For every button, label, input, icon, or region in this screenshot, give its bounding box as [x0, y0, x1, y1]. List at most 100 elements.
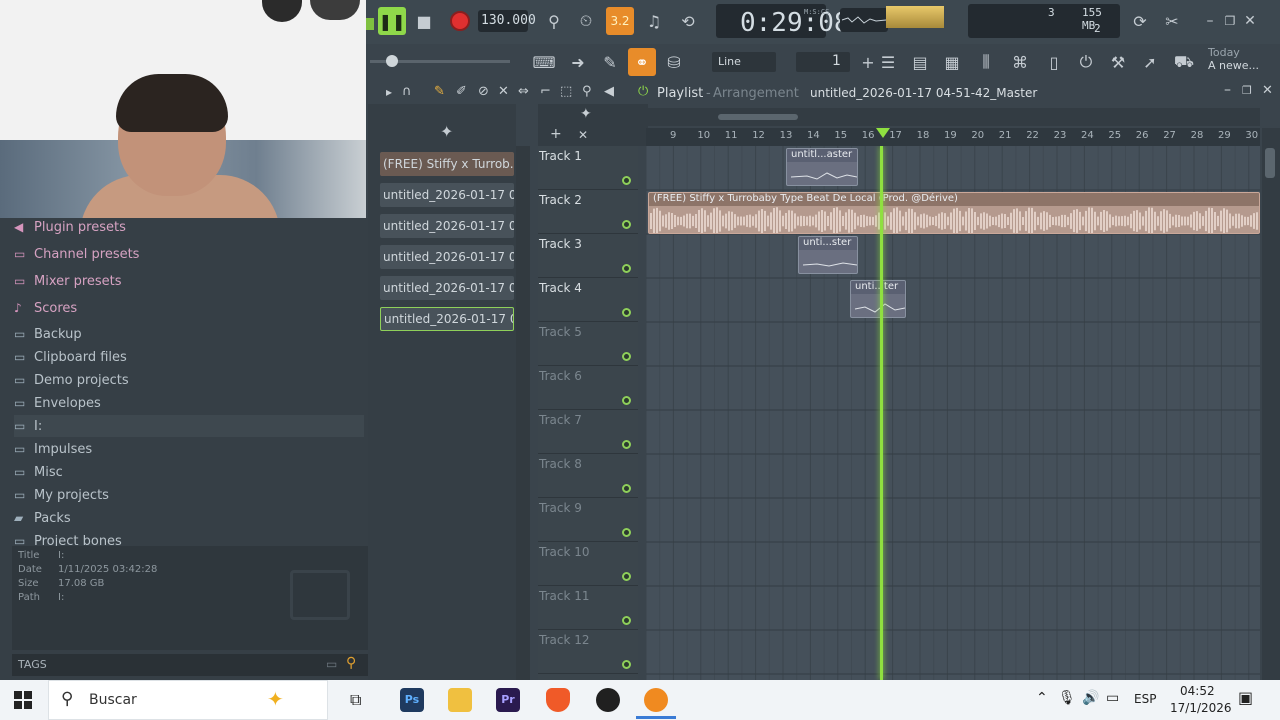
track-header[interactable]: Track 1: [538, 146, 638, 190]
master-volume-slider[interactable]: [370, 55, 510, 67]
magnet-icon[interactable]: ∩: [402, 84, 412, 99]
record-button[interactable]: [446, 7, 474, 35]
mute-tool-icon[interactable]: ✕: [498, 84, 509, 99]
taskbar-search-box[interactable]: ⚲ Buscar ✦: [48, 680, 328, 720]
pattern-clip[interactable]: unti...ter: [850, 280, 906, 318]
chevron-up-icon[interactable]: ⌃: [1036, 690, 1048, 706]
browser-icon[interactable]: ⌘: [1006, 48, 1034, 76]
shop-icon[interactable]: ⛟: [1170, 48, 1198, 76]
reset-icon[interactable]: ⟳: [1126, 7, 1154, 35]
browser-item[interactable]: ▭ Impulses: [14, 438, 364, 460]
slice-tool-icon[interactable]: ⌐: [540, 84, 551, 99]
browser-item[interactable]: ♪ Scores: [14, 297, 364, 319]
link-icon[interactable]: ⚭: [628, 48, 656, 76]
add-track-icon[interactable]: +: [550, 126, 562, 142]
track-enable-led[interactable]: [622, 396, 631, 405]
snap-mode-select[interactable]: Line: [712, 52, 776, 72]
fl-studio-icon[interactable]: [644, 688, 668, 712]
track-header[interactable]: Track 6: [538, 366, 638, 410]
browser-item[interactable]: ▭ Clipboard files: [14, 346, 364, 368]
audio-icon[interactable]: ✦: [580, 106, 592, 122]
piano-roll-icon[interactable]: ▤: [906, 48, 934, 76]
microphone-icon[interactable]: 🎙: [1058, 690, 1076, 706]
horizontal-scrollbar[interactable]: [646, 108, 1260, 126]
remove-icon[interactable]: ✕: [578, 128, 588, 142]
track-header[interactable]: Track 9: [538, 498, 638, 542]
metronome-icon[interactable]: ⚲: [540, 7, 568, 35]
browser-item[interactable]: ▭ Misc: [14, 461, 364, 483]
paint-tool-icon[interactable]: ✐: [456, 84, 467, 99]
countdown-button[interactable]: 3.2: [606, 7, 634, 35]
close-icon[interactable]: ✕: [1262, 83, 1273, 98]
track-enable-led[interactable]: [622, 308, 631, 317]
typing-keyboard-icon[interactable]: ⌨: [530, 48, 558, 76]
notifications-icon[interactable]: ▣: [1238, 688, 1253, 707]
loop-record-icon[interactable]: ⟲: [674, 7, 702, 35]
track-header[interactable]: Track 12: [538, 630, 638, 674]
step-edit-icon[interactable]: ♫: [640, 7, 668, 35]
song-pattern-indicator[interactable]: [366, 18, 374, 30]
network-icon[interactable]: ▭: [1106, 690, 1119, 706]
track-enable-led[interactable]: [622, 440, 631, 449]
track-header[interactable]: Track 2: [538, 190, 638, 234]
track-enable-led[interactable]: [622, 616, 631, 625]
track-enable-led[interactable]: [622, 220, 631, 229]
stop-button[interactable]: ■: [410, 7, 438, 35]
arrow-right-icon[interactable]: ➜: [564, 48, 592, 76]
delete-tool-icon[interactable]: ⊘: [478, 84, 489, 99]
vertical-scrollbar[interactable]: [1262, 128, 1280, 680]
playlist-project-name[interactable]: untitled_2026-01-17 04-51-42_Master: [810, 86, 1037, 100]
picker-scrollbar[interactable]: [516, 146, 530, 680]
track-enable-led[interactable]: [622, 660, 631, 669]
playhead[interactable]: [880, 146, 883, 680]
browser-item[interactable]: ▭ Channel presets: [14, 243, 364, 265]
time-display[interactable]: 0:29:08 M:S:CS: [716, 4, 850, 38]
track-header[interactable]: Track 8: [538, 454, 638, 498]
windows-start-icon[interactable]: [14, 691, 32, 709]
language-indicator[interactable]: ESP: [1134, 692, 1156, 706]
audio-clip[interactable]: (FREE) Stiffy x Turrobaby Type Beat De L…: [648, 192, 1260, 234]
track-enable-led[interactable]: [622, 264, 631, 273]
close-icon[interactable]: ✕: [1236, 7, 1264, 35]
picker-item[interactable]: untitled_2026-01-17 04-...: [380, 307, 514, 331]
project-icon[interactable]: ▯: [1040, 48, 1068, 76]
tags-bar[interactable]: TAGS ▭ ⚲: [12, 654, 368, 676]
track-header[interactable]: Track 7: [538, 410, 638, 454]
audio-clip-icon[interactable]: ✦: [440, 122, 453, 141]
track-header[interactable]: Track 4: [538, 278, 638, 322]
track-header[interactable]: Track 11: [538, 586, 638, 630]
picker-item[interactable]: untitled_2026-01-17 04-...: [380, 183, 514, 207]
wait-input-icon[interactable]: ⏲: [572, 7, 600, 35]
select-tool-icon[interactable]: ⬚: [560, 84, 572, 99]
plugin-database-icon[interactable]: ⏻: [1072, 48, 1100, 76]
task-view-icon[interactable]: ⧉: [350, 690, 361, 710]
news-panel[interactable]: Today A newe...: [1208, 46, 1268, 76]
browser-item[interactable]: ▭ Envelopes: [14, 392, 364, 414]
stamp-icon[interactable]: ⛁: [660, 48, 688, 76]
picker-item[interactable]: untitled_2026-01-17 04-...: [380, 214, 514, 238]
clock-time[interactable]: 04:52: [1180, 684, 1215, 698]
picker-item[interactable]: untitled_2026-01-17 04-...: [380, 276, 514, 300]
browser-item[interactable]: ▭ Demo projects: [14, 369, 364, 391]
brave-browser-icon[interactable]: [546, 688, 570, 712]
browser-item[interactable]: ◀ Plugin presets: [14, 216, 364, 238]
photoshop-icon[interactable]: Ps: [400, 688, 424, 712]
zoom-tool-icon[interactable]: ⚲: [582, 84, 592, 99]
pattern-clip[interactable]: untitl...aster: [786, 148, 858, 186]
channel-rack-icon[interactable]: ▦: [938, 48, 966, 76]
volume-icon[interactable]: 🔊: [1082, 690, 1099, 706]
browser-item[interactable]: ▭ Mixer presets: [14, 270, 364, 292]
track-enable-led[interactable]: [622, 484, 631, 493]
picker-item[interactable]: untitled_2026-01-17 04-...: [380, 245, 514, 269]
browser-item[interactable]: ▭ My projects: [14, 484, 364, 506]
arrow-icon[interactable]: ▸: [386, 85, 392, 99]
playhead-marker[interactable]: [876, 128, 890, 138]
tools-icon[interactable]: ⚒: [1104, 48, 1132, 76]
mixer-icon[interactable]: ⫼: [972, 48, 1000, 76]
pattern-selector[interactable]: 1: [796, 52, 850, 72]
pattern-clip[interactable]: unti...ster: [798, 236, 858, 274]
pencil-tool-icon[interactable]: ✎: [434, 84, 445, 99]
pencil-icon[interactable]: ✎: [596, 48, 624, 76]
picker-item[interactable]: (FREE) Stiffy x Turrob...: [380, 152, 514, 176]
cut-icon[interactable]: ✂: [1158, 7, 1186, 35]
